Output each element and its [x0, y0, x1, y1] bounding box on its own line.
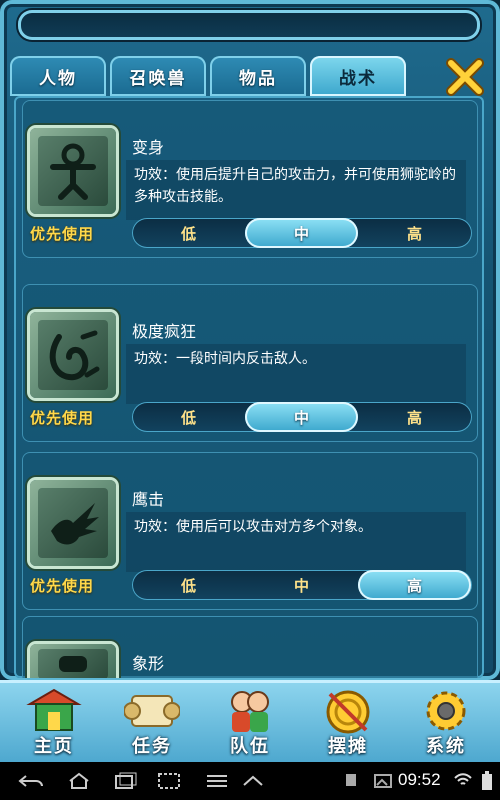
close-x-icon: [446, 58, 484, 96]
team-icon: [220, 686, 280, 736]
skill-name: 极度疯狂: [132, 322, 197, 341]
skill-description: 功效：使用后提升自己的攻击力，并可使用狮驼岭的多种攻击技能。: [126, 160, 466, 220]
wifi-icon: [450, 770, 476, 792]
skill-icon-frame: [30, 128, 116, 214]
home-pagoda-icon: [24, 686, 84, 736]
chevron-up-icon[interactable]: [240, 770, 266, 792]
skill-description: 功效：一段时间内反击敌人。: [126, 344, 466, 404]
tab-tactics[interactable]: 战术: [310, 56, 406, 96]
stall-coin-icon: [318, 686, 378, 736]
priority-high-button[interactable]: 高: [358, 402, 471, 432]
eagle-icon: [51, 503, 99, 545]
battery-icon: [474, 770, 500, 792]
tactics-panel: 变身 功效：使用后提升自己的攻击力，并可使用狮驼岭的多种攻击技能。 优先使用 低…: [14, 96, 484, 678]
priority-label: 优先使用: [30, 577, 95, 595]
image-icon: [370, 770, 396, 792]
priority-selector: 低 中 高: [132, 402, 472, 432]
nav-team[interactable]: 队伍: [202, 680, 298, 762]
priority-label: 优先使用: [30, 225, 95, 243]
transform-figure-icon: [50, 143, 96, 200]
priority-low-button[interactable]: 低: [132, 218, 245, 248]
nav-stall[interactable]: 摆摊: [300, 680, 396, 762]
nav-home[interactable]: 主页: [6, 680, 102, 762]
menu-icon[interactable]: [204, 770, 230, 792]
frenzy-icon: [49, 330, 100, 381]
priority-selector: 低 中 高: [132, 218, 472, 248]
skill-card: 象形: [22, 616, 478, 678]
priority-low-button[interactable]: 低: [132, 570, 245, 600]
nav-tasks[interactable]: 任务: [104, 680, 200, 762]
skill-card: 极度疯狂 功效：一段时间内反击敌人。 优先使用 低 中 高: [22, 284, 478, 442]
priority-high-button[interactable]: 高: [358, 570, 471, 600]
nav-system[interactable]: 系统: [398, 680, 494, 762]
skill-name: 变身: [132, 138, 165, 157]
priority-high-button[interactable]: 高: [358, 218, 471, 248]
priority-mid-button[interactable]: 中: [245, 570, 358, 600]
android-system-bar: 09:52: [0, 762, 500, 800]
priority-label: 优先使用: [30, 409, 95, 427]
priority-selector: 低 中 高: [132, 570, 472, 600]
priority-mid-button[interactable]: 中: [245, 402, 358, 432]
skill-name: 鹰击: [132, 490, 165, 509]
skill-icon-frame: [30, 312, 116, 398]
back-icon[interactable]: [18, 770, 44, 792]
tab-bar: 人物 召唤兽 物品 战术: [10, 56, 450, 96]
priority-low-button[interactable]: 低: [132, 402, 245, 432]
scroll-icon: [122, 686, 182, 736]
skill-icon-frame: [30, 644, 116, 678]
tab-pet[interactable]: 召唤兽: [110, 56, 206, 96]
skill-description: 功效：使用后可以攻击对方多个对象。: [126, 512, 466, 572]
priority-mid-button[interactable]: 中: [245, 218, 358, 248]
bottom-navigation: 主页 任务 队伍 摆摊 系统: [0, 680, 500, 762]
close-button[interactable]: [440, 52, 490, 102]
home-icon[interactable]: [66, 770, 92, 792]
skill-card: 鹰击 功效：使用后可以攻击对方多个对象。 优先使用 低 中 高: [22, 452, 478, 610]
gear-icon: [416, 686, 476, 736]
status-time: 09:52: [398, 770, 441, 789]
skill-name: 象形: [132, 654, 165, 673]
notification-icon: [340, 770, 366, 792]
recent-apps-icon[interactable]: [112, 770, 138, 792]
tab-items[interactable]: 物品: [210, 56, 306, 96]
top-bar: [18, 10, 480, 40]
screenshot-icon[interactable]: [156, 770, 182, 792]
skill-card: 变身 功效：使用后提升自己的攻击力，并可使用狮驼岭的多种攻击技能。 优先使用 低…: [22, 100, 478, 258]
elephant-icon: [59, 656, 87, 672]
skill-icon-frame: [30, 480, 116, 566]
game-window: 人物 召唤兽 物品 战术 变身 功效：使用后提升自己的攻击力，并可使用狮驼岭的多…: [0, 0, 500, 680]
tab-character[interactable]: 人物: [10, 56, 106, 96]
